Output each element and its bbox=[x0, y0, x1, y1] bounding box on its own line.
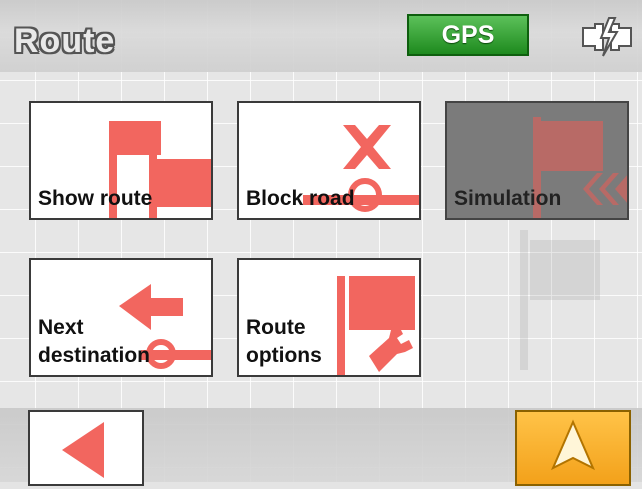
tile-label-line2: options bbox=[246, 344, 322, 367]
background-flag-watermark bbox=[520, 230, 600, 370]
tile-label-line2: destination bbox=[38, 344, 151, 367]
tile-label: Next destination bbox=[38, 314, 150, 370]
simulation-button[interactable]: Simulation bbox=[445, 101, 629, 220]
tile-label: Route options bbox=[246, 314, 322, 370]
back-button[interactable] bbox=[28, 410, 144, 486]
next-destination-button[interactable]: Next destination bbox=[29, 258, 213, 377]
block-road-button[interactable]: Block road bbox=[237, 101, 421, 220]
show-route-button[interactable]: Show route bbox=[29, 101, 213, 220]
tile-label-line1: Route bbox=[246, 316, 306, 339]
navigation-arrow-icon bbox=[550, 419, 596, 471]
tile-label-line1: Next bbox=[38, 316, 84, 339]
back-triangle-icon bbox=[62, 422, 104, 478]
gps-status-button[interactable]: GPS bbox=[407, 14, 529, 56]
route-options-button[interactable]: Route options bbox=[237, 258, 421, 377]
tile-label: Show route bbox=[38, 187, 153, 210]
tile-label: Simulation bbox=[454, 187, 562, 210]
tile-label: Block road bbox=[246, 187, 355, 210]
power-plug-icon[interactable] bbox=[577, 14, 637, 60]
page-title: Route bbox=[14, 22, 116, 60]
navigation-button[interactable] bbox=[515, 410, 631, 486]
